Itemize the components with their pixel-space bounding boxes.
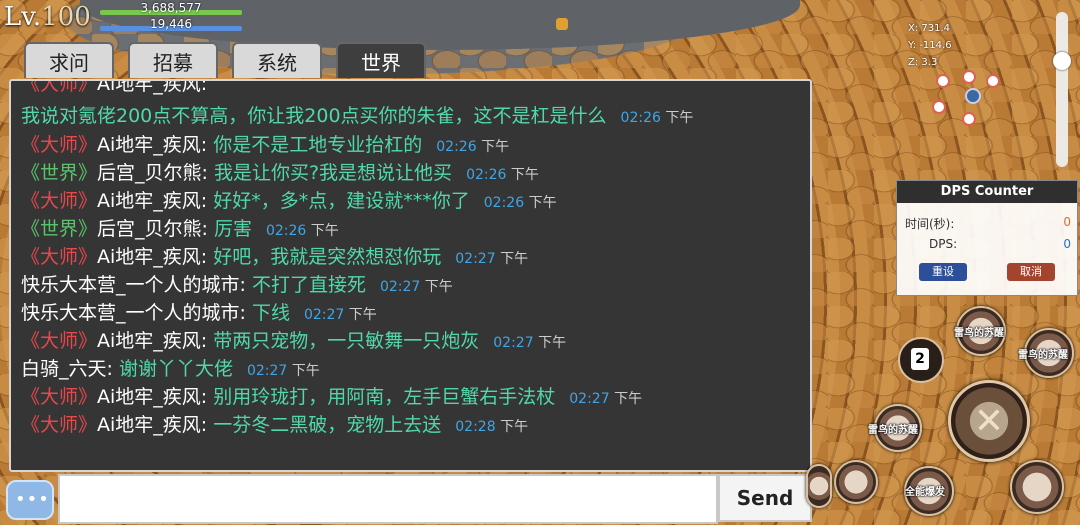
- chat-message: 快乐大本营_一个人的城市: 不打了直接死 02:27 下午: [21, 274, 453, 296]
- chat-input[interactable]: [58, 474, 718, 524]
- hp-value: 3,688,577: [140, 1, 202, 15]
- player-level: Lv.100: [4, 2, 91, 32]
- tab-system[interactable]: 系统: [232, 42, 322, 78]
- chat-message: 《大师》Ai地牢_疾风: 好吧，我就是突然想怼你玩 02:27 下午: [21, 246, 529, 268]
- chat-panel[interactable]: 《大师》Ai地牢_疾风: 我说对氪佬200点不算高，你让我200点买你的朱雀，这…: [9, 79, 812, 472]
- chat-message: 我说对氪佬200点不算高，你让我200点买你的朱雀，这不是杠是什么 02:26 下…: [21, 105, 694, 127]
- mp-value: 19,446: [150, 17, 192, 31]
- enemy-marker-icon: [986, 74, 1000, 88]
- coord-z: Z: 3.3: [908, 57, 938, 68]
- skill-button-partial[interactable]: [806, 464, 832, 508]
- chat-message: 《大师》Ai地牢_疾风: 别用玲珑打，用阿南，左手巨蟹右手法杖 02:27 下午: [21, 386, 643, 408]
- chat-tabs: 求问 招募 系统 世界: [24, 42, 426, 78]
- chat-message: 《世界》后宫_贝尔熊: 我是让你买?我是想说让他买 02:26 下午: [21, 162, 539, 184]
- chat-message-partial: 《大师》Ai地牢_疾风:: [21, 79, 208, 95]
- skill-label: 全能爆发: [905, 487, 945, 498]
- chat-message: 《大师》Ai地牢_疾风: 一芬冬二黑破，宠物上去送 02:28 下午: [21, 414, 529, 436]
- chat-message: 《大师》Ai地牢_疾风: 好好*，多*点，建设就***你了 02:26 下午: [21, 190, 557, 212]
- skill-label: 雷鸟的苏醒: [868, 425, 918, 436]
- send-button[interactable]: Send: [718, 474, 812, 522]
- chat-message: 快乐大本营_一个人的城市: 下线 02:27 下午: [21, 302, 377, 324]
- enemy-marker-icon: [932, 100, 946, 114]
- coord-y: Y: -114.6: [908, 40, 952, 51]
- distant-object-icon: [556, 18, 568, 30]
- main-attack-button[interactable]: ✕: [948, 380, 1030, 462]
- enemy-marker-icon: [962, 112, 976, 126]
- skill-label: 雷鸟的苏醒: [954, 328, 1004, 339]
- player-marker-icon: [965, 88, 981, 104]
- crossed-swords-icon: ✕: [973, 400, 1005, 442]
- coord-x: X: 731.4: [908, 23, 951, 34]
- enemy-marker-icon: [936, 74, 950, 88]
- chat-bubble-icon[interactable]: •••: [6, 480, 54, 520]
- tab-recruit[interactable]: 招募: [128, 42, 218, 78]
- chat-message: 白骑_六天: 谢谢丫丫大佬 02:27 下午: [21, 358, 320, 380]
- dps-title: DPS Counter: [897, 181, 1077, 203]
- enemy-marker-icon: [962, 70, 976, 84]
- skill-button-6[interactable]: [1010, 460, 1064, 514]
- chat-message: 《大师》Ai地牢_疾风: 你是不是工地专业抬杠的 02:26 下午: [21, 134, 510, 156]
- tab-ask[interactable]: 求问: [24, 42, 114, 78]
- zoom-slider[interactable]: [1056, 12, 1068, 167]
- chat-message: 《大师》Ai地牢_疾风: 带两只宠物，一只敏舞一只炮灰 02:27 下午: [21, 330, 567, 352]
- coordinates-readout: X: 731.4 Y: -114.6 Z: 3.3: [908, 20, 952, 71]
- zoom-slider-handle[interactable]: [1053, 52, 1071, 70]
- dps-cancel-button[interactable]: 取消: [1007, 263, 1055, 281]
- skill-button-5[interactable]: [834, 460, 878, 504]
- dps-reset-button[interactable]: 重设: [919, 263, 967, 281]
- potion-count: 2: [911, 348, 929, 370]
- chat-message: 《世界》后宫_贝尔熊: 厉害 02:26 下午: [21, 218, 339, 240]
- dps-counter-panel: DPS Counter 时间(秒): 0 DPS: 0 重设 取消: [896, 180, 1078, 296]
- tab-world[interactable]: 世界: [336, 42, 426, 78]
- potion-slot[interactable]: 2: [898, 337, 944, 383]
- skill-label: 雷鸟的苏醒: [1018, 350, 1068, 361]
